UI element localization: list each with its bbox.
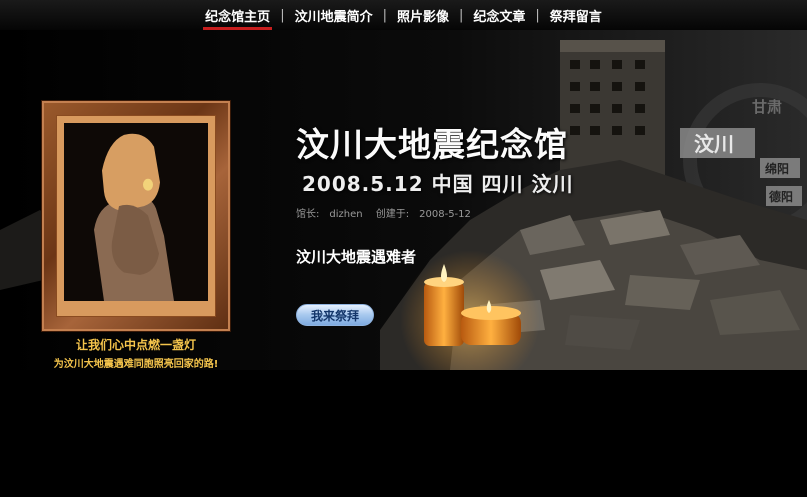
frame-caption-line1: 让我们心中点燃一盏灯 — [75, 338, 196, 352]
candles — [400, 250, 540, 390]
nav-home[interactable]: 纪念馆主页 — [201, 6, 274, 30]
curator-label: 馆长: — [296, 209, 320, 220]
memorial-meta: 馆长: dizhen 创建于: 2008-5-12 — [296, 205, 481, 220]
created-label: 创建于: — [375, 209, 410, 220]
nav-separator: | — [459, 7, 464, 23]
nav-earthquake-intro[interactable]: 汶川地震简介 — [291, 6, 377, 25]
nav-articles[interactable]: 纪念文章 — [469, 6, 529, 25]
frame-caption-line2: 为汶川大地震遇难同胞照亮回家的路! — [53, 359, 219, 370]
created-date: 2008-5-12 — [419, 209, 471, 220]
ruined-building — [560, 40, 665, 180]
worship-button[interactable]: 我来祭拜 — [296, 304, 374, 326]
map-label-wenchuan: 汶川 — [694, 132, 734, 156]
victims-heading: 汶川大地震遇难者 — [296, 248, 417, 266]
nav-separator: | — [280, 7, 285, 23]
holding-hands-photo — [64, 123, 208, 301]
curator-name[interactable]: dizhen — [329, 209, 362, 220]
top-nav: 纪念馆主页 | 汶川地震简介 | 照片影像 | 纪念文章 | 祭拜留言 — [0, 0, 807, 30]
nav-separator: | — [535, 7, 540, 23]
memorial-photo-frame — [42, 101, 230, 331]
nav-messages[interactable]: 祭拜留言 — [546, 6, 606, 25]
map-label-deyang: 德阳 — [769, 189, 793, 204]
date-location-subtitle: 2008.5.12 中国 四川 汶川 — [302, 172, 574, 196]
nav-photos[interactable]: 照片影像 — [393, 6, 453, 25]
map-label-mianyang: 绵阳 — [765, 161, 789, 176]
candle-tall — [424, 282, 464, 346]
nav-separator: | — [382, 7, 387, 23]
page-title: 汶川大地震纪念馆 — [296, 125, 568, 164]
map-label-gansu: 甘肃 — [752, 98, 782, 116]
